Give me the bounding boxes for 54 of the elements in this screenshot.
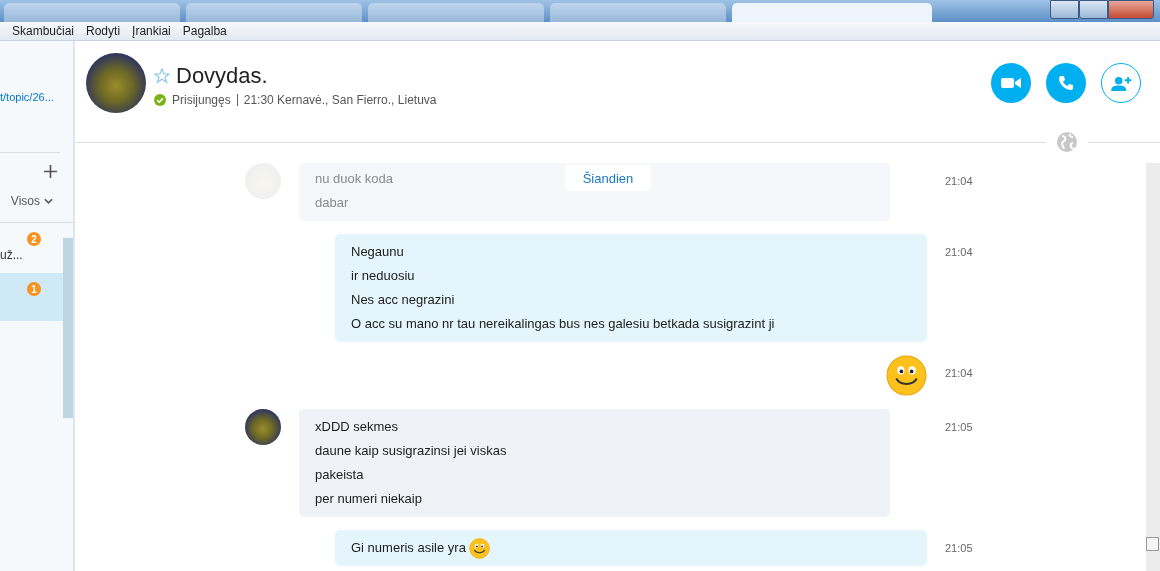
message-time: 21:05	[945, 542, 973, 554]
close-button[interactable]	[1108, 0, 1154, 19]
scrollbar[interactable]	[63, 238, 73, 418]
smiley-emoticon	[886, 355, 927, 396]
message-text: Gi numeris asile yra	[351, 539, 466, 557]
minimize-button[interactable]	[1050, 0, 1079, 19]
message-text: per numeri niekaip	[315, 490, 422, 508]
video-camera-icon	[1001, 77, 1021, 89]
message-text: dabar	[315, 194, 349, 212]
star-icon[interactable]	[154, 68, 170, 84]
message-text: nu duok koda	[315, 170, 394, 188]
message-time: 21:04	[945, 246, 973, 258]
video-call-button[interactable]	[991, 63, 1031, 103]
browser-tab[interactable]	[4, 3, 180, 22]
scrollbar-thumb[interactable]	[1146, 537, 1159, 551]
message-text: daune kaip susigrazinsi jei viskas	[315, 442, 507, 460]
menu-item[interactable]: Skambučiai	[6, 24, 81, 38]
chevron-down-icon	[44, 198, 53, 204]
menu-item[interactable]: Pagalba	[176, 24, 233, 38]
message-time: 21:04	[945, 175, 973, 187]
browser-tab[interactable]	[732, 3, 932, 22]
contact-name: Dovydas.	[176, 63, 268, 89]
browser-tab[interactable]	[550, 3, 726, 22]
message-time: 21:04	[945, 367, 973, 379]
phone-icon	[1058, 75, 1074, 91]
plus-icon[interactable]	[44, 165, 57, 178]
avatar	[86, 53, 146, 113]
message-text: Negaunu	[351, 243, 404, 261]
menu-item[interactable]: Rodyti	[80, 24, 127, 38]
avatar	[245, 409, 281, 445]
menu-item[interactable]: Įrankiai	[126, 24, 177, 38]
globe-icon[interactable]	[1056, 131, 1078, 153]
message-text: ir neduosiu	[351, 267, 415, 285]
browser-tab[interactable]	[186, 3, 362, 22]
conversation-name: už...	[0, 248, 23, 262]
message-text: pakeista	[315, 466, 364, 484]
unread-badge: 2	[27, 232, 41, 246]
add-person-icon	[1110, 75, 1132, 91]
link[interactable]: t/topic/26...	[0, 91, 73, 103]
message-text: O acc su mano nr tau nereikalingas bus nes galesiu betkada susigrazint ji	[351, 315, 775, 333]
add-contact-button[interactable]	[1101, 63, 1141, 103]
maximize-button[interactable]	[1079, 0, 1108, 19]
message-text: Nes acc negrazini	[351, 291, 455, 309]
browser-tab[interactable]	[368, 3, 544, 22]
unread-badge: 1	[27, 282, 41, 296]
filter-dropdown[interactable]: Visos	[10, 194, 53, 208]
message-text: xDDD sekmes	[315, 418, 399, 436]
message-time: 21:05	[945, 421, 973, 433]
scrollbar[interactable]	[1146, 163, 1160, 571]
call-button[interactable]	[1046, 63, 1086, 103]
smiley-icon	[468, 537, 490, 559]
location-text: 21:30 Kernavė., San Fierro., Lietuva	[243, 93, 437, 107]
status-text: Prisijungęs	[172, 93, 231, 107]
conversation-item[interactable]: 2 už...	[0, 223, 63, 273]
